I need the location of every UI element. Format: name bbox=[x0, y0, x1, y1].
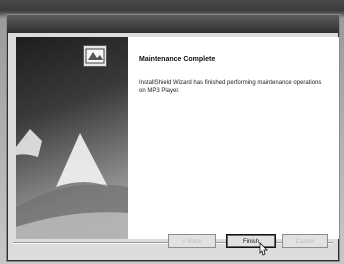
wizard-content-area: Maintenance Complete InstallShield Wizar… bbox=[83, 37, 339, 239]
installshield-wizard-window: Maintenance Complete InstallShield Wizar… bbox=[6, 14, 340, 262]
maintenance-complete-heading: Maintenance Complete bbox=[139, 56, 216, 63]
completion-message: InstallShield Wizard has finished perfor… bbox=[139, 80, 322, 94]
back-button[interactable]: < Back bbox=[168, 234, 216, 248]
banner-graphic bbox=[16, 129, 128, 239]
cancel-button[interactable]: Cancel bbox=[282, 234, 328, 248]
wizard-side-banner bbox=[16, 37, 128, 239]
installer-icon bbox=[83, 45, 107, 67]
window-titlebar[interactable] bbox=[7, 15, 339, 33]
mouse-pointer-icon bbox=[259, 242, 268, 256]
